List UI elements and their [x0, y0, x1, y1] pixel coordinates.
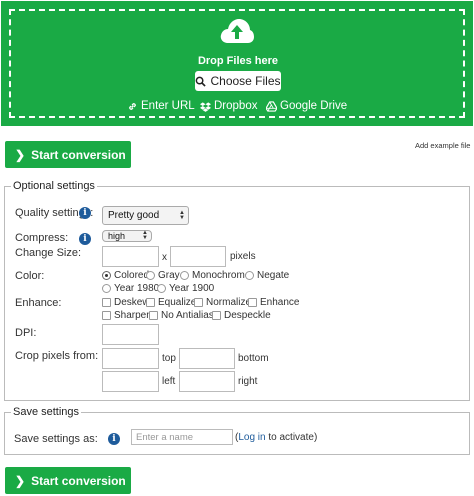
compress-select[interactable]: high ▲ ▼ — [102, 230, 152, 242]
crop-top-label: top — [162, 353, 176, 364]
enhance-option-sharpen[interactable]: Sharpen — [102, 310, 152, 321]
quality-info-icon[interactable]: i — [79, 207, 91, 219]
checkbox[interactable] — [149, 311, 158, 320]
start-conversion-label: Start conversion — [31, 147, 126, 162]
google-drive-link[interactable]: Google Drive — [266, 100, 347, 112]
size-x-separator: x — [162, 252, 167, 263]
start-conversion-label: Start conversion — [31, 473, 126, 488]
save-info-icon[interactable]: i — [108, 433, 120, 445]
dpi-input[interactable] — [102, 324, 159, 345]
crop-left-input[interactable] — [102, 371, 159, 392]
dropbox-label: Dropbox — [214, 100, 258, 112]
upload-dropzone[interactable]: Drop Files here Choose Files Enter URL D… — [1, 1, 473, 126]
checkbox[interactable] — [212, 311, 221, 320]
color-option-label: Negate — [257, 270, 290, 281]
height-input[interactable] — [170, 246, 226, 267]
radio-button[interactable] — [180, 271, 189, 280]
enhance-option-label: Deskew — [114, 297, 150, 308]
checkbox[interactable] — [194, 298, 203, 307]
color-option-year-1980[interactable]: Year 1980 — [102, 283, 159, 294]
checkbox[interactable] — [248, 298, 257, 307]
color-option-year-1900[interactable]: Year 1900 — [157, 283, 214, 294]
enhance-option-despeckle[interactable]: Despeckle — [212, 310, 271, 321]
compress-info-icon[interactable]: i — [79, 233, 91, 245]
enhance-option-label: Enhance — [260, 297, 300, 308]
color-option-negate[interactable]: Negate — [245, 270, 289, 281]
enter-url-label: Enter URL — [141, 100, 195, 112]
crop-right-label: right — [238, 376, 258, 387]
dropbox-icon — [200, 101, 211, 112]
crop-bottom-label: bottom — [238, 353, 269, 364]
crop-top-input[interactable] — [102, 348, 159, 369]
checkbox[interactable] — [102, 298, 111, 307]
save-settings-legend: Save settings — [11, 406, 82, 418]
enhance-option-label: Sharpen — [114, 310, 152, 321]
google-drive-label: Google Drive — [280, 100, 348, 112]
dropbox-link[interactable]: Dropbox — [200, 100, 257, 112]
add-example-file-link[interactable]: Add example file — [415, 141, 470, 150]
radio-button[interactable] — [157, 284, 166, 293]
quality-select[interactable]: Pretty good ▲ ▼ — [102, 206, 189, 225]
choose-files-label: Choose Files — [210, 74, 281, 88]
start-conversion-button-top[interactable]: ❯ Start conversion — [5, 141, 131, 168]
size-unit-label: pixels — [230, 251, 256, 262]
dpi-label: DPI: — [15, 327, 37, 339]
chevron-right-icon: ❯ — [15, 147, 26, 162]
enhance-option-equalize[interactable]: Equalize — [146, 297, 196, 308]
optional-settings-legend: Optional settings — [11, 180, 97, 192]
enhance-option-normalize[interactable]: Normalize — [194, 297, 251, 308]
drop-files-text: Drop Files here — [197, 55, 279, 67]
color-label: Color: — [15, 270, 45, 282]
compress-select-value: high — [108, 231, 126, 241]
color-option-gray[interactable]: Gray — [146, 270, 180, 281]
chevron-right-icon: ❯ — [15, 473, 26, 488]
crop-right-input[interactable] — [179, 371, 235, 392]
width-input[interactable] — [102, 246, 159, 267]
change-size-label: Change Size: — [15, 247, 82, 259]
quality-select-value: Pretty good — [108, 210, 160, 221]
enhance-option-label: No Antialias — [161, 310, 214, 321]
color-option-label: Year 1980 — [114, 283, 160, 294]
choose-files-button[interactable]: Choose Files — [195, 71, 281, 91]
google-drive-icon — [266, 100, 277, 112]
color-option-monochrome[interactable]: Monochrome — [180, 270, 250, 281]
checkbox[interactable] — [146, 298, 155, 307]
enhance-option-label: Despeckle — [224, 310, 271, 321]
color-option-colored[interactable]: Colored — [102, 270, 149, 281]
color-option-label: Colored — [114, 270, 150, 281]
checkbox[interactable] — [102, 311, 111, 320]
select-arrows-icon: ▲ ▼ — [142, 230, 148, 241]
crop-pixels-label: Crop pixels from: — [15, 350, 99, 362]
enhance-label: Enhance: — [15, 297, 62, 309]
enhance-option-label: Normalize — [206, 297, 252, 308]
radio-button[interactable] — [146, 271, 155, 280]
start-conversion-button-bottom[interactable]: ❯ Start conversion — [5, 467, 131, 494]
color-option-label: Year 1900 — [169, 283, 215, 294]
enhance-option-label: Equalize — [158, 297, 197, 308]
login-hint-suffix: to activate) — [265, 432, 318, 443]
color-option-label: Monochrome — [192, 270, 251, 281]
compress-label: Compress: — [15, 232, 69, 244]
save-input-placeholder: Enter a name — [136, 431, 194, 443]
search-icon — [196, 76, 207, 87]
cloud-upload-icon — [220, 19, 254, 43]
optional-settings-fieldset: Optional settings Quality settings: i Pr… — [4, 180, 470, 401]
link-icon — [129, 102, 136, 110]
save-settings-name-input[interactable]: Enter a name — [131, 429, 233, 445]
enhance-option-no-antialias[interactable]: No Antialias — [149, 310, 214, 321]
crop-left-label: left — [162, 376, 176, 387]
login-link[interactable]: Log in — [238, 432, 265, 443]
save-settings-label: Save settings as: — [14, 433, 98, 445]
enhance-option-enhance[interactable]: Enhance — [248, 297, 299, 308]
radio-button[interactable] — [102, 284, 111, 293]
select-arrows-icon: ▲ ▼ — [179, 209, 185, 221]
crop-bottom-input[interactable] — [179, 348, 235, 369]
radio-button[interactable] — [245, 271, 254, 280]
radio-button[interactable] — [102, 271, 111, 280]
color-option-label: Gray — [158, 270, 180, 281]
login-hint: (Log in to activate) — [235, 432, 317, 443]
enhance-option-deskew[interactable]: Deskew — [102, 297, 150, 308]
enter-url-link[interactable]: Enter URL — [127, 100, 195, 112]
save-settings-fieldset: Save settings Save settings as: i Enter … — [4, 406, 470, 455]
